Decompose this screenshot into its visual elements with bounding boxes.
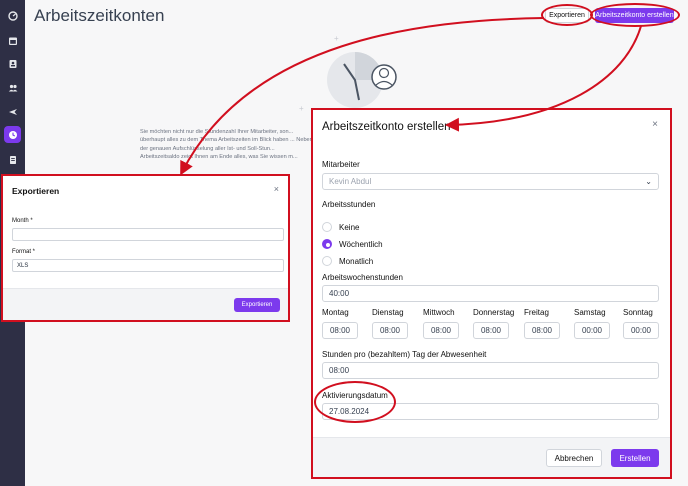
chevron-down-icon: ⌄ — [645, 177, 652, 186]
plus-decoration: + — [334, 34, 339, 43]
day-label: Montag — [322, 308, 349, 317]
create-modal-title: Arbeitszeitkonto erstellen — [322, 121, 451, 133]
employee-label: Mitarbeiter — [322, 160, 360, 169]
format-label: Format * — [12, 249, 36, 255]
employee-select[interactable]: Kevin Abdul ⌄ — [322, 173, 659, 190]
day-input[interactable]: 00:00 — [623, 322, 659, 339]
week-hours-input[interactable]: 40:00 — [322, 285, 659, 302]
create-account-button[interactable]: Arbeitszeitkonto erstellen — [595, 8, 674, 23]
submit-create-button[interactable]: Erstellen — [611, 449, 659, 467]
dashboard-icon[interactable] — [4, 7, 21, 24]
activation-date-input[interactable]: 27.08.2024 — [322, 403, 659, 420]
radio-button[interactable] — [322, 239, 332, 249]
day-label: Samstag — [574, 308, 606, 317]
day-label: Sonntag — [623, 308, 653, 317]
airplane-icon[interactable] — [4, 103, 21, 120]
create-account-modal: Arbeitszeitkonto erstellen × Mitarbeiter… — [311, 108, 672, 479]
week-hours-label: Arbeitswochenstunden — [322, 273, 403, 282]
page-title: Arbeitszeitkonten — [34, 6, 165, 25]
day-field: Samstag 00:00 — [574, 308, 610, 339]
export-modal: Exportieren × Month * Format * XLS Expor… — [1, 174, 290, 322]
day-label: Freitag — [524, 308, 549, 317]
users-icon[interactable] — [4, 79, 21, 96]
radio-woechentlich[interactable]: Wöchentlich — [322, 239, 383, 249]
radio-monatlich[interactable]: Monatlich — [322, 256, 373, 266]
month-label: Month * — [12, 218, 33, 224]
day-field: Sonntag 00:00 — [623, 308, 659, 339]
day-input[interactable]: 08:00 — [322, 322, 358, 339]
close-icon[interactable]: × — [274, 184, 279, 194]
plus-decoration: + — [299, 104, 304, 113]
cancel-button[interactable]: Abbrechen — [546, 449, 602, 467]
month-input[interactable] — [12, 228, 284, 241]
day-input[interactable]: 08:00 — [372, 322, 408, 339]
day-input[interactable]: 08:00 — [524, 322, 560, 339]
day-label: Mittwoch — [423, 308, 455, 317]
radio-button[interactable] — [322, 256, 332, 266]
day-input[interactable]: 08:00 — [473, 322, 509, 339]
day-field: Donnerstag 08:00 — [473, 308, 515, 339]
radio-label: Monatlich — [339, 256, 374, 266]
export-modal-footer: Exportieren — [3, 288, 288, 320]
day-label: Donnerstag — [473, 308, 515, 317]
close-icon[interactable]: × — [652, 119, 658, 130]
day-field: Mittwoch 08:00 — [423, 308, 459, 339]
absence-label: Stunden pro (bezahltem) Tag der Abwesenh… — [322, 350, 487, 359]
day-input[interactable]: 00:00 — [574, 322, 610, 339]
employee-value: Kevin Abdul — [329, 177, 372, 186]
format-select[interactable]: XLS — [12, 259, 284, 272]
activation-date-label: Aktivierungsdatum — [322, 391, 388, 400]
radio-keine[interactable]: Keine — [322, 222, 359, 232]
document-icon[interactable] — [4, 151, 21, 168]
radio-button[interactable] — [322, 222, 332, 232]
intro-text: Sie möchten nicht nur die Stundenzahl Ih… — [140, 129, 313, 161]
export-modal-title: Exportieren — [12, 186, 60, 196]
day-field: Freitag 08:00 — [524, 308, 560, 339]
radio-label: Wöchentlich — [339, 239, 383, 249]
create-modal-footer: Abbrechen Erstellen — [313, 437, 670, 477]
hours-label: Arbeitsstunden — [322, 200, 376, 209]
calendar-icon[interactable] — [4, 32, 21, 49]
export-submit-button[interactable]: Exportieren — [234, 298, 280, 312]
day-input[interactable]: 08:00 — [423, 322, 459, 339]
day-field: Montag 08:00 — [322, 308, 358, 339]
contact-card-icon[interactable] — [4, 55, 21, 72]
clock-person-illustration — [327, 52, 397, 108]
radio-label: Keine — [339, 222, 360, 232]
day-field: Dienstag 08:00 — [372, 308, 408, 339]
day-label: Dienstag — [372, 308, 404, 317]
clock-icon[interactable] — [4, 126, 21, 143]
export-button[interactable]: Exportieren — [545, 8, 589, 23]
absence-hours-input[interactable]: 08:00 — [322, 362, 659, 379]
